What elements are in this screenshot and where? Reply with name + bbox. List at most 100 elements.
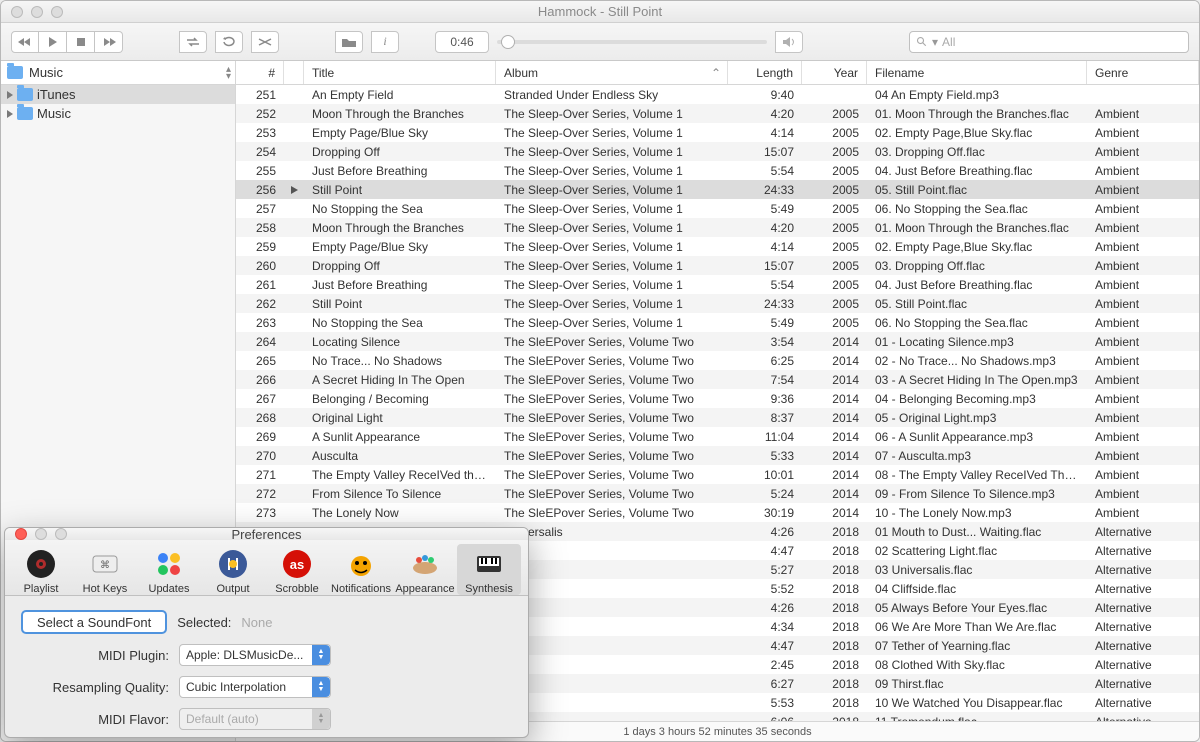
next-button[interactable] [95,31,123,53]
stop-button[interactable] [67,31,95,53]
cell-album: Universalis [496,525,728,539]
cell-genre: Ambient [1087,259,1199,273]
cell-length: 15:07 [728,145,802,159]
sidebar-item-music[interactable]: Music [1,104,235,123]
table-row[interactable]: 266A Secret Hiding In The OpenThe SleEPo… [236,370,1199,389]
hot-keys-icon: ⌘ [89,548,121,580]
cell-genre: Ambient [1087,373,1199,387]
cell-length: 10:01 [728,468,802,482]
cell-genre: Alternative [1087,544,1199,558]
col-year[interactable]: Year [802,61,867,84]
table-row[interactable]: 263No Stopping the SeaThe Sleep-Over Ser… [236,313,1199,332]
cell-length: 11:04 [728,430,802,444]
col-filename[interactable]: Filename [867,61,1087,84]
table-row[interactable]: 255Just Before BreathingThe Sleep-Over S… [236,161,1199,180]
table-row[interactable]: 257No Stopping the SeaThe Sleep-Over Ser… [236,199,1199,218]
play-button[interactable] [39,31,67,53]
table-row[interactable]: 258Moon Through the BranchesThe Sleep-Ov… [236,218,1199,237]
prefs-titlebar: Preferences [5,528,528,540]
cell-genre: Ambient [1087,183,1199,197]
folder-button[interactable] [335,31,363,53]
cell-length: 4:47 [728,639,802,653]
table-row[interactable]: 269A Sunlit AppearanceThe SleEPover Seri… [236,427,1199,446]
cell-filename: 01 - Locating Silence.mp3 [867,335,1087,349]
cell-album: The SleEPover Series, Volume Two [496,411,728,425]
info-button[interactable]: i [371,31,399,53]
cell-year: 2014 [802,430,867,444]
loop-button[interactable] [215,31,243,53]
col-number[interactable]: # [236,61,284,84]
repeat-button[interactable] [179,31,207,53]
disclosure-triangle-icon[interactable] [7,110,13,118]
table-row[interactable]: 260Dropping OffThe Sleep-Over Series, Vo… [236,256,1199,275]
table-row[interactable]: 254Dropping OffThe Sleep-Over Series, Vo… [236,142,1199,161]
prev-button[interactable] [11,31,39,53]
prefs-toolbar: Playlist⌘Hot KeysUpdatesOutputasScrobble… [5,540,528,596]
table-row[interactable]: 268Original LightThe SleEPover Series, V… [236,408,1199,427]
col-length[interactable]: Length [728,61,802,84]
select-soundfont-button[interactable]: Select a SoundFont [21,610,167,634]
table-row[interactable]: 272From Silence To SilenceThe SleEPover … [236,484,1199,503]
chevron-updown-icon: ▲▼ [312,677,330,697]
table-row[interactable]: 256Still PointThe Sleep-Over Series, Vol… [236,180,1199,199]
table-row[interactable]: 273The Lonely NowThe SleEPover Series, V… [236,503,1199,522]
table-row[interactable]: 271The Empty Valley ReceIVed the C...The… [236,465,1199,484]
sidebar-item-label: Music [37,106,71,121]
prefs-tab-notifications[interactable]: Notifications [329,544,393,595]
prefs-tab-appearance[interactable]: Appearance [393,544,457,595]
prefs-tab-label: Notifications [331,583,391,595]
sidebar-root[interactable]: Music ▴▾ [1,61,235,85]
resampling-select[interactable]: Cubic Interpolation▲▼ [179,676,331,698]
col-title[interactable]: Title [304,61,496,84]
cell-length: 4:20 [728,221,802,235]
sidebar-item-itunes[interactable]: iTunes [1,85,235,104]
col-album[interactable]: Album⌃ [496,61,728,84]
cell-filename: 04 An Empty Field.mp3 [867,88,1087,102]
cell-genre: Ambient [1087,145,1199,159]
search-input[interactable]: ▾ All [909,31,1189,53]
cell-genre: Ambient [1087,107,1199,121]
cell-title: Just Before Breathing [304,164,496,178]
disclosure-triangle-icon[interactable] [7,91,13,99]
prefs-tab-output[interactable]: Output [201,544,265,595]
volume-button[interactable] [775,31,803,53]
cell-number: 253 [236,126,284,140]
prefs-tab-playlist[interactable]: Playlist [9,544,73,595]
cell-album: The SleEPover Series, Volume Two [496,487,728,501]
col-genre[interactable]: Genre [1087,61,1199,84]
table-row[interactable]: 270AuscultaThe SleEPover Series, Volume … [236,446,1199,465]
prefs-tab-scrobble[interactable]: asScrobble [265,544,329,595]
cell-year: 2005 [802,221,867,235]
table-row[interactable]: 259Empty Page/Blue SkyThe Sleep-Over Ser… [236,237,1199,256]
prefs-tab-hot-keys[interactable]: ⌘Hot Keys [73,544,137,595]
cell-filename: 07 Tether of Yearning.flac [867,639,1087,653]
table-row[interactable]: 252Moon Through the BranchesThe Sleep-Ov… [236,104,1199,123]
table-row[interactable]: 261Just Before BreathingThe Sleep-Over S… [236,275,1199,294]
table-row[interactable]: 265No Trace... No ShadowsThe SleEPover S… [236,351,1199,370]
playlist-icon [25,548,57,580]
cell-filename: 03 Universalis.flac [867,563,1087,577]
prefs-tab-label: Scrobble [275,583,318,595]
cell-length: 5:24 [728,487,802,501]
table-row[interactable]: 251An Empty FieldStranded Under Endless … [236,85,1199,104]
table-row[interactable]: 262Still PointThe Sleep-Over Series, Vol… [236,294,1199,313]
col-playing[interactable] [284,61,304,84]
table-row[interactable]: 264Locating SilenceThe SleEPover Series,… [236,332,1199,351]
midi-plugin-select[interactable]: Apple: DLSMusicDe...▲▼ [179,644,331,666]
appearance-icon [409,548,441,580]
cell-title: Still Point [304,297,496,311]
table-row[interactable]: 253Empty Page/Blue SkyThe Sleep-Over Ser… [236,123,1199,142]
cell-number: 263 [236,316,284,330]
synthesis-icon [473,548,505,580]
shuffle-button[interactable] [251,31,279,53]
prefs-tab-updates[interactable]: Updates [137,544,201,595]
cell-title: Empty Page/Blue Sky [304,240,496,254]
stepper-icon[interactable]: ▴▾ [226,66,231,80]
svg-text:⌘: ⌘ [100,560,110,571]
seek-slider[interactable] [497,31,767,53]
cell-genre: Ambient [1087,335,1199,349]
cell-year: 2005 [802,297,867,311]
prefs-tab-synthesis[interactable]: Synthesis [457,544,521,595]
table-row[interactable]: 267Belonging / BecomingThe SleEPover Ser… [236,389,1199,408]
cell-title: Belonging / Becoming [304,392,496,406]
